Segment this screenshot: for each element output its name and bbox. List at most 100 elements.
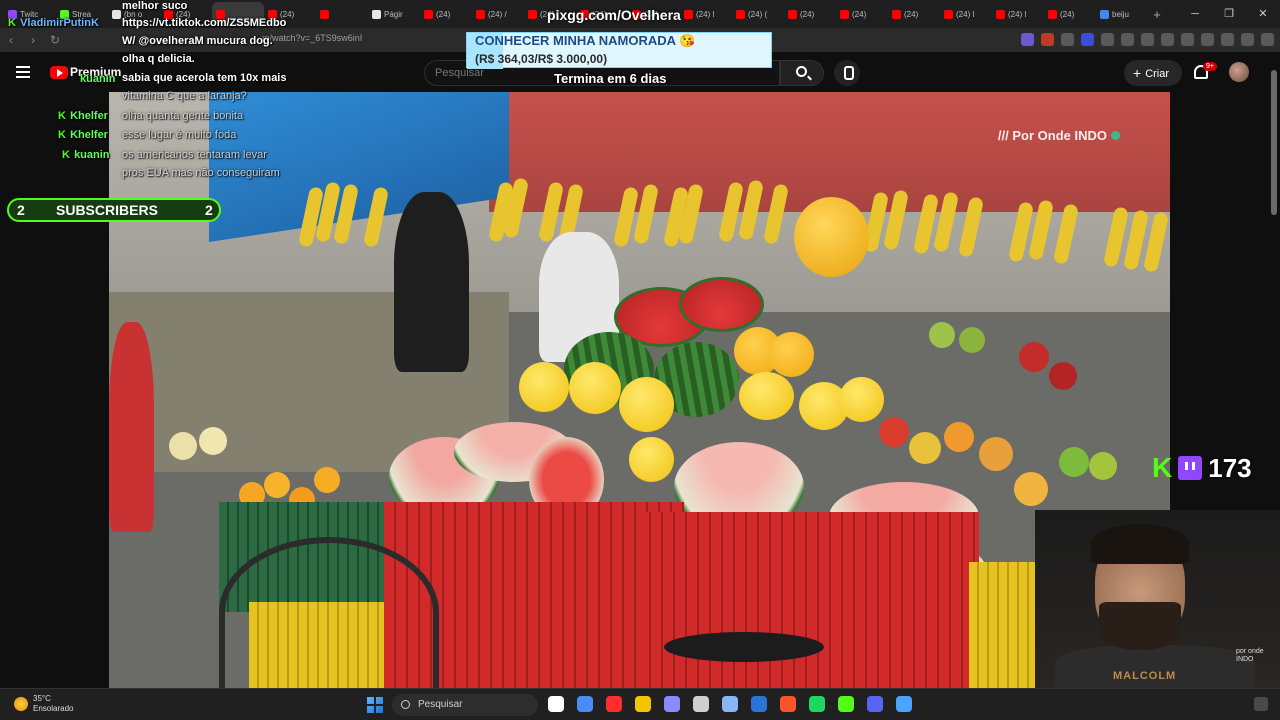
extension-icon[interactable] [1021, 33, 1034, 46]
melon [794, 197, 869, 277]
url-field[interactable]: m/watch?v=_6TS9sw6inI [262, 33, 362, 43]
watermark-dot-icon [1111, 131, 1120, 140]
tab-label: (24) [800, 9, 815, 19]
tab-favicon-icon [684, 9, 693, 19]
taskbar-search[interactable]: Pesquisar [392, 694, 538, 716]
viewer-count: 173 [1208, 452, 1252, 483]
forward-icon[interactable]: › [22, 33, 44, 47]
chat-message: os americanos tentaram levar [122, 149, 267, 161]
ai-icon[interactable] [1221, 33, 1234, 46]
taskbar-app-icon[interactable] [722, 696, 738, 712]
search-button[interactable] [780, 60, 824, 86]
browser-tab[interactable]: (24) / [472, 2, 524, 26]
close-icon[interactable]: ✕ [1246, 0, 1280, 28]
chat-message: melhor suco [122, 0, 188, 12]
browser-tab[interactable]: (24) [888, 2, 940, 26]
extension-icon[interactable] [1141, 33, 1154, 46]
hamburger-menu-icon[interactable] [16, 66, 30, 78]
search-icon [796, 66, 807, 77]
kick-icon: K [58, 110, 66, 122]
tab-favicon-icon [788, 9, 797, 19]
extension-icon[interactable] [1061, 33, 1074, 46]
donation-goal: CONHECER MINHA NAMORADA 😘 (R$ 364,03/R$ … [466, 32, 772, 69]
taskbar-app-icon[interactable] [780, 696, 796, 712]
subs-right-count: 2 [205, 202, 213, 218]
youtube-logo-icon[interactable] [50, 66, 68, 79]
menu-icon[interactable] [1261, 33, 1274, 46]
pix-donation-url: pixgg.com/Ovelhera [547, 7, 681, 23]
tab-label: (24) l [696, 9, 715, 19]
taskbar-app-icon[interactable] [751, 696, 767, 712]
music-icon[interactable] [1161, 33, 1174, 46]
microphone-button[interactable] [834, 60, 860, 86]
create-button[interactable]: + Criar [1124, 60, 1182, 86]
tab-favicon-icon [476, 9, 485, 19]
browser-tab[interactable]: (24) [836, 2, 888, 26]
browser-tab[interactable]: (24) [784, 2, 836, 26]
video-player[interactable]: /// Por Onde INDO [109, 92, 1170, 688]
tab-favicon-icon [1100, 9, 1109, 19]
chat-message: olha q delicia. [122, 53, 195, 65]
taskbar-app-icon[interactable] [635, 696, 651, 712]
chat-message: vitamina C que a laranja? [122, 90, 247, 102]
shield-icon[interactable] [1241, 33, 1254, 46]
taskbar-app-icon[interactable] [693, 696, 709, 712]
red-crate [639, 512, 979, 688]
browser-tab[interactable]: Págir [368, 2, 420, 26]
taskbar-app-icon[interactable] [606, 696, 622, 712]
subs-label: SUBSCRIBERS [56, 202, 158, 218]
sidebar-icon[interactable] [1181, 33, 1194, 46]
tab-favicon-icon [944, 9, 953, 19]
taskbar-app-icon[interactable] [577, 696, 593, 712]
taskbar-app-icon[interactable] [548, 696, 564, 712]
twitch-logo-icon [1178, 456, 1203, 480]
streamer-shirt [1055, 645, 1255, 690]
extension-icon[interactable] [1041, 33, 1054, 46]
tab-favicon-icon [1048, 9, 1057, 19]
kick-logo-icon: K [1152, 452, 1173, 483]
child [109, 322, 154, 532]
maximize-icon[interactable]: ❐ [1212, 0, 1246, 28]
watermelon [679, 277, 764, 332]
taskbar-app-icon[interactable] [664, 696, 680, 712]
browser-tab[interactable]: (24) [1044, 2, 1096, 26]
windows-start-icon[interactable] [367, 697, 383, 713]
video-watermark: /// Por Onde INDO [998, 128, 1120, 143]
taskbar-app-icon[interactable] [809, 696, 825, 712]
weather-widget[interactable]: 35°C Ensolarado [14, 694, 73, 714]
extension-icon[interactable] [1121, 33, 1134, 46]
taskbar-app-icon[interactable] [896, 696, 912, 712]
wallet-icon[interactable] [1201, 33, 1214, 46]
notification-badge: 9+ [1203, 62, 1217, 71]
system-tray-icon[interactable] [1254, 697, 1268, 711]
tab-favicon-icon [320, 9, 329, 19]
chat-message: W/ @ovelheraM mucura dog. [122, 35, 273, 47]
shirt-print: MALCOLM [1113, 670, 1177, 682]
browser-tab[interactable]: (24) ( [732, 2, 784, 26]
goal-deadline: Termina em 6 dias [554, 71, 667, 86]
new-tab-button[interactable]: + [1148, 7, 1166, 22]
chat-message: olha quanta gente bonita [122, 110, 244, 122]
taskbar-app-icon[interactable] [838, 696, 854, 712]
subscribers-counter: 2 SUBSCRIBERS 2 [7, 198, 221, 222]
extension-icon[interactable] [1101, 33, 1114, 46]
scrollbar[interactable] [1271, 70, 1277, 215]
tab-label: (24) [852, 9, 867, 19]
minimize-icon[interactable]: ─ [1178, 0, 1212, 28]
browser-tab[interactable] [316, 2, 368, 26]
taskbar-app-icon[interactable] [867, 696, 883, 712]
reload-icon[interactable]: ↻ [44, 33, 66, 47]
browser-tab[interactable]: (24) l [992, 2, 1044, 26]
chat-message: sabia que acerola tem 10x mais [122, 72, 287, 84]
avatar[interactable] [1229, 62, 1249, 82]
browser-tab[interactable]: beiju [1096, 2, 1148, 26]
tab-label: (24) l [1008, 9, 1027, 19]
windows-taskbar: 35°C Ensolarado Pesquisar [0, 688, 1280, 720]
browser-tab[interactable]: (24) l [680, 2, 732, 26]
bicycle [219, 537, 439, 688]
browser-tab[interactable]: (24) l [940, 2, 992, 26]
extension-icon[interactable] [1081, 33, 1094, 46]
browser-tab[interactable]: (24) [420, 2, 472, 26]
back-icon[interactable]: ‹ [0, 33, 22, 47]
create-label: Criar [1145, 68, 1170, 80]
